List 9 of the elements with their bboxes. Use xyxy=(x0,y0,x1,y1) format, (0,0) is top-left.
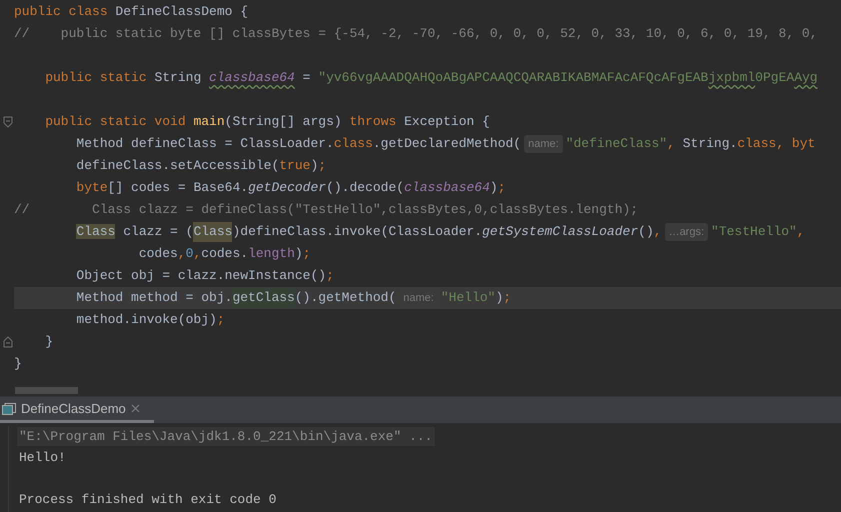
console-icon xyxy=(2,402,16,414)
fold-icon[interactable] xyxy=(3,116,13,128)
console-output: Process finished with exit code 0 xyxy=(19,490,276,509)
console-command: "E:\Program Files\Java\jdk1.8.0_221\bin\java.exe" ... xyxy=(17,426,436,446)
close-icon[interactable] xyxy=(130,404,140,413)
console-output: Hello! xyxy=(19,448,66,467)
tab-title: DefineClassDemo xyxy=(21,400,126,418)
scrollbar-thumb[interactable] xyxy=(15,387,78,394)
fold-icon[interactable] xyxy=(3,336,13,348)
